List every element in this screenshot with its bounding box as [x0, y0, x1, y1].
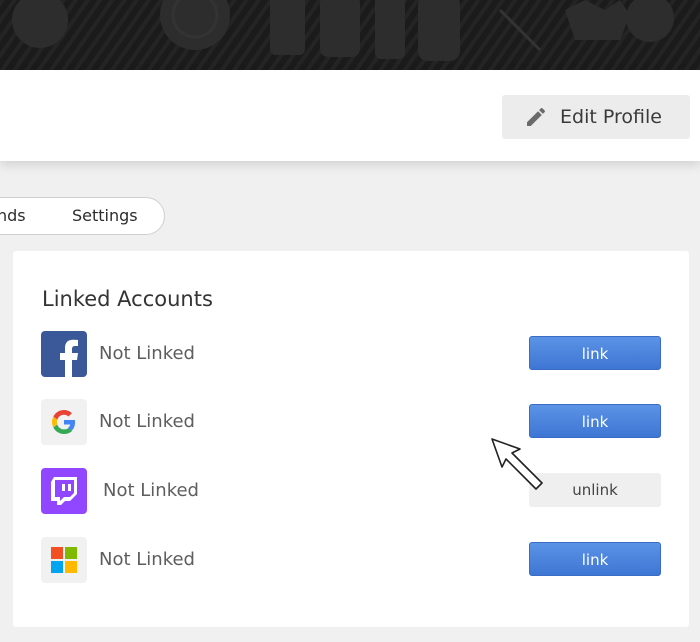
account-row-twitch: Not Linked unlink — [41, 468, 663, 516]
tab-friends[interactable]: nds — [0, 206, 26, 225]
google-icon — [41, 399, 87, 445]
profile-banner — [0, 0, 700, 70]
tab-settings[interactable]: Settings — [72, 206, 138, 225]
link-microsoft-button[interactable]: link — [529, 542, 661, 576]
pencil-icon — [527, 107, 546, 126]
account-row-facebook: Not Linked link — [41, 331, 663, 379]
mouse-pointer-icon — [491, 438, 543, 490]
edit-profile-label: Edit Profile — [560, 106, 662, 128]
edit-profile-button[interactable]: Edit Profile — [502, 95, 690, 139]
unlink-twitch-button[interactable]: unlink — [529, 473, 661, 507]
microsoft-icon — [41, 537, 87, 583]
link-facebook-button[interactable]: link — [529, 336, 661, 370]
link-google-button[interactable]: link — [529, 404, 661, 438]
account-status: Not Linked — [103, 480, 199, 501]
banner-artwork — [0, 0, 700, 70]
account-status: Not Linked — [99, 343, 195, 364]
profile-header: Edit Profile — [0, 70, 700, 161]
account-status: Not Linked — [99, 549, 195, 570]
account-row-google: Not Linked link — [41, 399, 663, 447]
account-status: Not Linked — [99, 411, 195, 432]
profile-tabs: nds Settings — [0, 197, 165, 235]
section-title: Linked Accounts — [42, 287, 213, 311]
twitch-icon — [41, 468, 87, 514]
facebook-icon — [41, 331, 87, 377]
account-row-microsoft: Not Linked link — [41, 537, 663, 585]
linked-accounts-card: Linked Accounts Not Linked link Not Link… — [13, 251, 689, 627]
